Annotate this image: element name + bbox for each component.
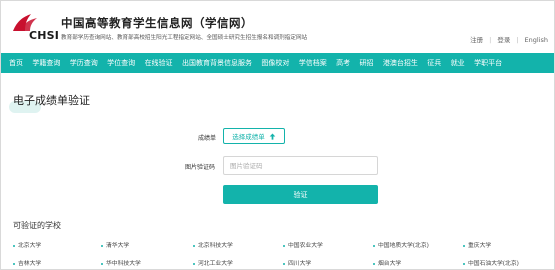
school-name: 吉林大学	[18, 261, 42, 267]
school-name: 中国农业大学	[288, 243, 323, 249]
nav-item-image-proof[interactable]: 图像校对	[261, 58, 289, 68]
verify-button[interactable]: 验证	[223, 185, 378, 204]
school-name: 河北工业大学	[198, 261, 233, 267]
divider: |	[516, 36, 519, 44]
nav-item-overseas-service[interactable]: 出国教育背景信息服务	[182, 58, 252, 68]
school-link[interactable]: 烟台大学	[373, 258, 401, 267]
english-link[interactable]: English	[525, 36, 548, 44]
nav-item-graduate-admission[interactable]: 研招	[360, 58, 374, 68]
bullet	[13, 244, 15, 247]
bullet	[283, 262, 285, 265]
school-name: 重庆大学	[468, 243, 492, 249]
login-link[interactable]: 登录	[497, 34, 510, 44]
nav-item-degree-query[interactable]: 学位查询	[107, 58, 135, 68]
nav-item-gaokao[interactable]: 高考	[336, 58, 350, 68]
school-link[interactable]: 中国农业大学	[283, 240, 323, 249]
bullet	[101, 262, 103, 265]
divider: |	[489, 36, 492, 44]
nav-item-employment[interactable]: 就业	[451, 58, 465, 68]
chsi-logo[interactable]: CHSI	[11, 11, 60, 45]
school-link[interactable]: 河北工业大学	[193, 258, 233, 267]
school-name: 中国地质大学(北京)	[378, 243, 429, 249]
nav-item-hmt-admission[interactable]: 港澳台招生	[383, 58, 418, 68]
school-name: 四川大学	[288, 261, 312, 267]
site-subtitle: 教育部学历查询网站、教育部高校招生阳光工程指定网站、全国硕士研究生招生报名和调剂…	[61, 35, 308, 41]
nav-item-archive[interactable]: 学信档案	[299, 58, 327, 68]
school-link[interactable]: 吉林大学	[13, 258, 41, 267]
school-link[interactable]: 北京科技大学	[193, 240, 233, 249]
main-nav: 首页 学籍查询 学历查询 学位查询 在线验证 出国教育背景信息服务 图像校对 学…	[1, 53, 554, 73]
nav-item-home[interactable]: 首页	[9, 58, 23, 68]
bullet	[463, 244, 465, 247]
bullet	[193, 244, 195, 247]
school-link[interactable]: 北京大学	[13, 240, 41, 249]
school-name: 北京大学	[18, 243, 42, 249]
page-title: 电子成绩单验证	[13, 94, 90, 107]
transcript-label: 成绩单	[198, 135, 217, 142]
school-link[interactable]: 中国石油大学(北京)	[463, 258, 519, 267]
select-transcript-button[interactable]: 选择成绩单	[223, 128, 285, 144]
top-links: 注册 | 登录 | English	[470, 34, 548, 44]
school-link[interactable]: 重庆大学	[463, 240, 491, 249]
bullet	[193, 262, 195, 265]
school-name: 清华大学	[106, 243, 130, 249]
captcha-label: 图片验证码	[185, 164, 216, 171]
school-link[interactable]: 清华大学	[101, 240, 129, 249]
school-link[interactable]: 四川大学	[283, 258, 311, 267]
nav-item-conscription[interactable]: 征兵	[427, 58, 441, 68]
logo-text: CHSI	[29, 29, 60, 42]
school-link[interactable]: 中国地质大学(北京)	[373, 240, 429, 249]
register-link[interactable]: 注册	[470, 34, 483, 44]
schools-section-title: 可验证的学校	[13, 221, 61, 230]
site-header: CHSI 中国高等教育学生信息网（学信网） 教育部学历查询网站、教育部高校招生阳…	[1, 1, 554, 53]
school-name: 中国石油大学(北京)	[468, 261, 519, 267]
bullet	[373, 244, 375, 247]
page-frame: CHSI 中国高等教育学生信息网（学信网） 教育部学历查询网站、教育部高校招生阳…	[0, 0, 555, 270]
school-name: 华中科技大学	[106, 261, 141, 267]
nav-item-enrollment-query[interactable]: 学籍查询	[32, 58, 60, 68]
nav-item-career-platform[interactable]: 学职平台	[474, 58, 502, 68]
school-name: 北京科技大学	[198, 243, 233, 249]
captcha-input[interactable]	[223, 156, 378, 175]
nav-item-degree-record-query[interactable]: 学历查询	[70, 58, 98, 68]
school-name: 烟台大学	[378, 261, 402, 267]
select-transcript-label: 选择成绩单	[232, 133, 265, 141]
bullet	[283, 244, 285, 247]
bullet	[463, 262, 465, 265]
upload-icon	[269, 132, 276, 140]
bullet	[373, 262, 375, 265]
bullet	[101, 244, 103, 247]
bullet	[13, 262, 15, 265]
site-title: 中国高等教育学生信息网（学信网）	[61, 16, 253, 30]
school-link[interactable]: 华中科技大学	[101, 258, 141, 267]
nav-item-online-verify[interactable]: 在线验证	[145, 58, 173, 68]
